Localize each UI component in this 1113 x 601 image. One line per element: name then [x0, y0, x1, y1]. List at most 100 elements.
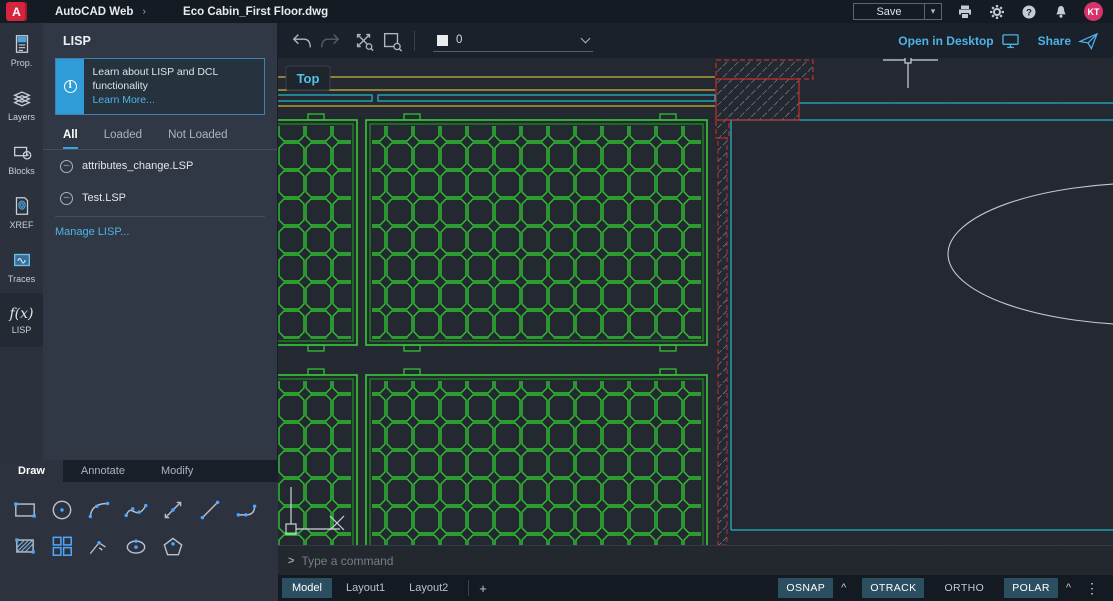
sidebar-item-label: Traces: [8, 274, 35, 284]
redo-icon[interactable]: [316, 29, 344, 53]
xline-tool-icon[interactable]: [154, 492, 191, 528]
hatch-tool-icon[interactable]: [6, 528, 43, 564]
properties-icon: [11, 33, 33, 55]
command-input[interactable]: [301, 554, 801, 568]
unload-lisp-icon[interactable]: –: [60, 160, 73, 173]
divider: [414, 31, 415, 51]
lisp-fx-icon: f(x): [9, 306, 33, 322]
zoom-window-icon[interactable]: [378, 29, 406, 53]
tab-all[interactable]: All: [63, 129, 78, 149]
lisp-panel-title: LISP: [43, 23, 277, 48]
tab-draw[interactable]: Draw: [0, 460, 63, 482]
status-overflow-menu-icon[interactable]: ⋮: [1079, 580, 1105, 597]
otrack-toggle[interactable]: OTRACK: [862, 578, 924, 598]
learn-more-link[interactable]: Learn More...: [92, 94, 154, 106]
command-prompt-icon: >: [288, 555, 294, 567]
lisp-file-row[interactable]: – attributes_change.LSP: [43, 150, 277, 182]
view-label[interactable]: Top: [286, 66, 330, 90]
settings-gear-icon[interactable]: [988, 3, 1006, 21]
ellipse-tool-icon[interactable]: [117, 528, 154, 564]
command-bar: >: [278, 545, 1113, 575]
save-split-button: Save ▾: [853, 3, 942, 20]
share-send-icon: [1078, 32, 1099, 50]
notifications-bell-icon[interactable]: [1052, 3, 1070, 21]
cad-drawing: Top: [278, 58, 1113, 545]
layer-dropdown[interactable]: 0: [433, 30, 593, 52]
panel-array-top-left[interactable]: [278, 114, 357, 351]
top-header-bar: A AutoCAD Web › Eco Cabin_First Floor.dw…: [0, 0, 1113, 23]
panel-array-bottom-right[interactable]: [366, 369, 707, 545]
tab-loaded[interactable]: Loaded: [104, 129, 142, 149]
autocad-logo-icon[interactable]: A: [6, 2, 27, 21]
autocad-web-app: A AutoCAD Web › Eco Cabin_First Floor.dw…: [0, 0, 1113, 601]
save-button[interactable]: Save: [853, 3, 925, 20]
desktop-monitor-icon: [1001, 33, 1020, 49]
drawing-viewport[interactable]: Top: [278, 58, 1113, 545]
breadcrumb-doc-name: Eco Cabin_First Floor.dwg: [183, 6, 328, 18]
sidebar-item-blocks[interactable]: Blocks: [0, 131, 43, 185]
tab-model[interactable]: Model: [282, 578, 332, 598]
osnap-caret-icon[interactable]: ^: [837, 582, 850, 594]
lisp-file-name: attributes_change.LSP: [82, 160, 193, 172]
lisp-filter-tabs: All Loaded Not Loaded: [43, 115, 277, 150]
add-layout-button[interactable]: +: [479, 581, 487, 596]
lisp-file-row[interactable]: – Test.LSP: [43, 182, 277, 214]
sidebar-item-properties[interactable]: Prop.: [0, 23, 43, 77]
rectangle-tool-icon[interactable]: [6, 492, 43, 528]
info-stripe: i: [56, 59, 84, 114]
sidebar-item-label: LISP: [12, 325, 32, 335]
xref-icon: [11, 195, 33, 217]
ribbon-tabs: Draw Annotate Modify: [0, 460, 278, 482]
lisp-info-text: Learn about LISP and DCL functionality: [92, 66, 218, 92]
ortho-toggle[interactable]: ORTHO: [936, 578, 992, 598]
manage-lisp-link[interactable]: Manage LISP...: [43, 217, 277, 238]
circle-tool-icon[interactable]: [43, 492, 80, 528]
tab-not-loaded[interactable]: Not Loaded: [168, 129, 227, 149]
line-tool-icon[interactable]: [191, 492, 228, 528]
polyline-arc-tool-icon[interactable]: [228, 492, 265, 528]
undo-icon[interactable]: [288, 29, 316, 53]
layer-color-swatch: [437, 35, 448, 46]
layer-dropdown-value: 0: [456, 34, 574, 46]
polar-caret-icon[interactable]: ^: [1062, 582, 1075, 594]
osnap-toggle[interactable]: OSNAP: [778, 578, 833, 598]
sidebar-item-label: Prop.: [11, 58, 33, 68]
lisp-file-name: Test.LSP: [82, 192, 126, 204]
polar-toggle[interactable]: POLAR: [1004, 578, 1058, 598]
bottom-status-bar: Model Layout1 Layout2 + OSNAP ^ OTRACK O…: [278, 575, 1113, 601]
panel-array-bottom-left[interactable]: [278, 369, 357, 545]
arc-tool-icon[interactable]: [80, 492, 117, 528]
chevron-down-icon: [581, 33, 591, 43]
sidebar-item-traces[interactable]: Traces: [0, 239, 43, 293]
help-icon[interactable]: ?: [1020, 3, 1038, 21]
share-button[interactable]: Share: [1038, 32, 1099, 50]
draw-tools-panel: Draw Annotate Modify: [0, 460, 278, 601]
save-dropdown-caret-icon[interactable]: ▾: [925, 3, 942, 20]
insert-block-tool-icon[interactable]: [43, 528, 80, 564]
canvas-toolbar: 0 Open in Desktop Share: [278, 23, 1113, 58]
print-icon[interactable]: [956, 3, 974, 21]
sidebar-item-xref[interactable]: XREF: [0, 185, 43, 239]
traces-icon: [11, 249, 33, 271]
share-label: Share: [1038, 34, 1071, 48]
breadcrumb-app-name[interactable]: AutoCAD Web: [55, 6, 133, 18]
user-avatar[interactable]: KT: [1084, 2, 1103, 21]
tab-layout1[interactable]: Layout1: [336, 578, 395, 598]
unload-lisp-icon[interactable]: –: [60, 192, 73, 205]
spline-tool-icon[interactable]: [117, 492, 154, 528]
tab-layout2[interactable]: Layout2: [399, 578, 458, 598]
sidebar-item-label: Blocks: [8, 166, 35, 176]
layers-icon: [11, 87, 33, 109]
sidebar-item-lisp[interactable]: f(x) LISP: [0, 293, 43, 347]
point-style-tool-icon[interactable]: [80, 528, 117, 564]
polygon-tool-icon[interactable]: [154, 528, 191, 564]
panel-array-top-right[interactable]: [366, 114, 707, 351]
zoom-extents-icon[interactable]: [350, 29, 378, 53]
blocks-icon: [11, 141, 33, 163]
tab-modify[interactable]: Modify: [143, 460, 211, 482]
open-in-desktop-button[interactable]: Open in Desktop: [898, 33, 1019, 49]
tab-annotate[interactable]: Annotate: [63, 460, 143, 482]
info-icon: i: [64, 80, 77, 93]
sidebar-item-layers[interactable]: Layers: [0, 77, 43, 131]
sidebar-item-label: XREF: [9, 220, 33, 230]
